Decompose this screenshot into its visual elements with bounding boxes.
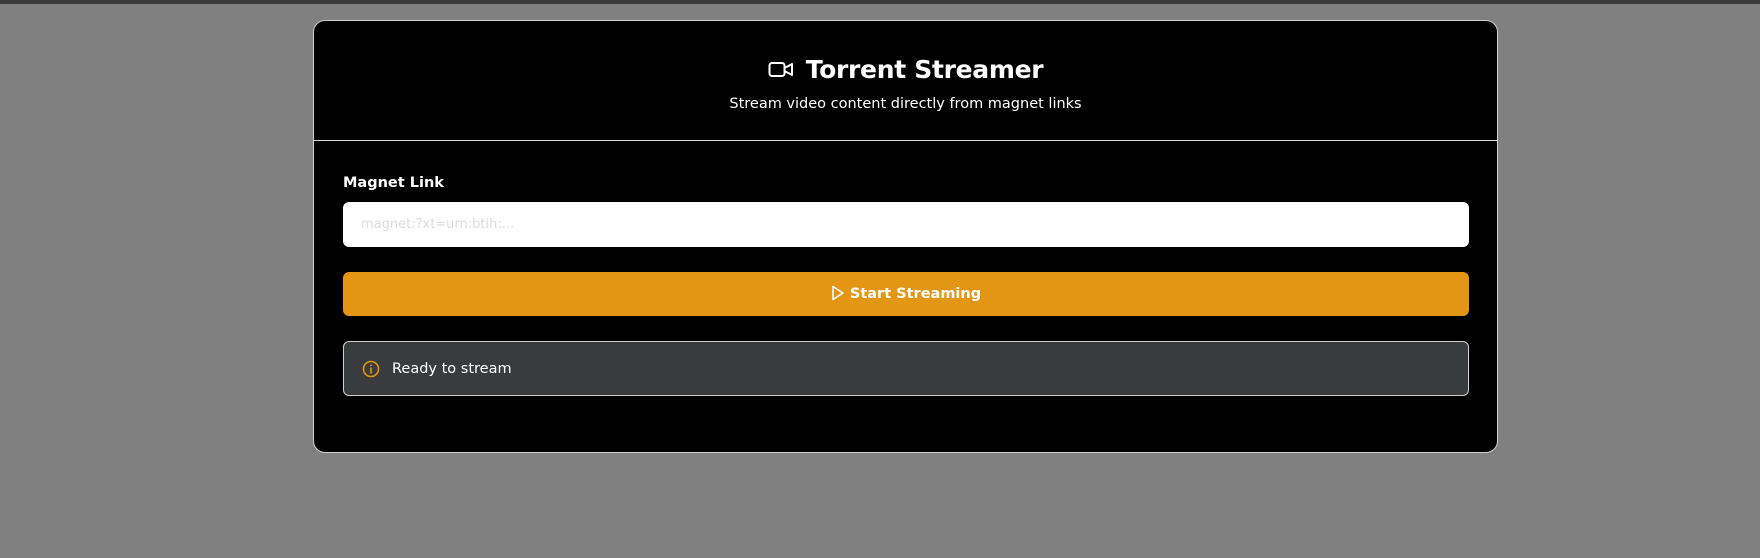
streamer-card: Torrent Streamer Stream video content di… <box>313 20 1498 453</box>
page-subtitle: Stream video content directly from magne… <box>729 96 1082 112</box>
card-body: Magnet Link Start Streaming Ready to str… <box>314 175 1497 396</box>
start-streaming-label: Start Streaming <box>849 286 982 302</box>
magnet-link-input[interactable] <box>343 202 1469 247</box>
video-camera-icon <box>768 60 794 80</box>
info-icon <box>362 360 380 378</box>
magnet-link-label: Magnet Link <box>343 175 444 191</box>
title-row: Torrent Streamer <box>768 55 1044 84</box>
status-box: Ready to stream <box>343 341 1469 396</box>
start-streaming-button[interactable]: Start Streaming <box>343 272 1469 316</box>
window-top-edge <box>0 0 1760 4</box>
page-title: Torrent Streamer <box>805 55 1044 84</box>
play-icon <box>831 285 845 301</box>
status-text: Ready to stream <box>392 360 512 377</box>
card-header: Torrent Streamer Stream video content di… <box>314 21 1497 141</box>
